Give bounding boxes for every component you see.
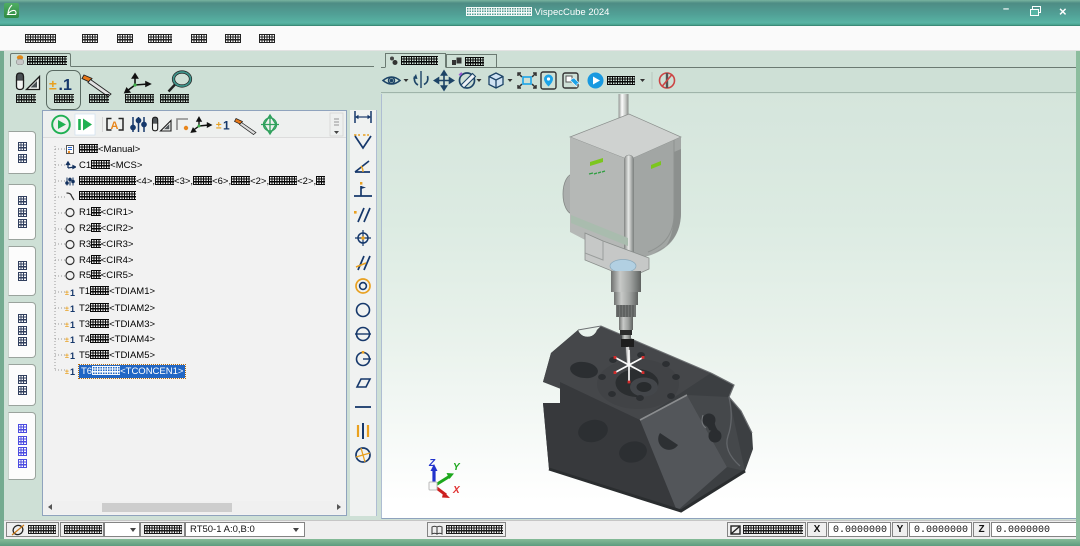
svg-text:±: ± bbox=[216, 121, 222, 132]
svg-text:1: 1 bbox=[70, 304, 75, 314]
svg-text:1: 1 bbox=[70, 351, 75, 361]
svg-text:Y: Y bbox=[453, 462, 461, 473]
svg-text:1: 1 bbox=[223, 119, 230, 133]
svg-text:±: ± bbox=[65, 337, 69, 344]
svg-text:±: ± bbox=[65, 306, 69, 313]
svg-text:1: 1 bbox=[70, 320, 75, 330]
svg-text:.1: .1 bbox=[59, 77, 72, 94]
svg-text:1: 1 bbox=[70, 288, 75, 298]
svg-text:1: 1 bbox=[70, 335, 75, 345]
svg-text:X: X bbox=[452, 485, 461, 496]
svg-text:A: A bbox=[111, 120, 119, 132]
svg-text:±: ± bbox=[65, 322, 69, 329]
svg-text:±: ± bbox=[65, 353, 69, 360]
svg-text:Z: Z bbox=[428, 458, 436, 469]
svg-text:±: ± bbox=[65, 290, 69, 297]
svg-text:±: ± bbox=[65, 369, 69, 376]
svg-text:±: ± bbox=[49, 77, 57, 93]
svg-text:1: 1 bbox=[70, 367, 75, 377]
